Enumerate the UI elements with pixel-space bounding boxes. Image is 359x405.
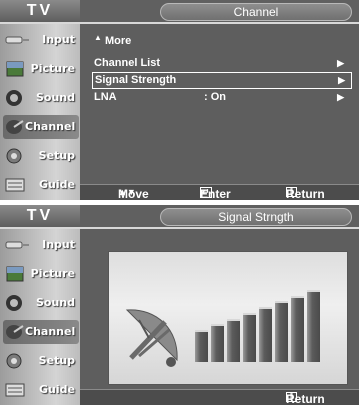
sidebar-item-label: Setup: [38, 354, 75, 367]
sidebar: Input Picture Sound Channel Setup Guide: [0, 24, 80, 200]
right-arrow-icon: ▶: [337, 92, 344, 102]
sidebar-item-label: Guide: [39, 178, 75, 191]
sidebar-item-label: Guide: [39, 383, 75, 396]
sidebar-item-label: Picture: [30, 267, 75, 280]
sidebar-item-input[interactable]: Input: [3, 233, 79, 257]
signal-bar: [275, 301, 288, 362]
sidebar-item-guide[interactable]: Guide: [3, 378, 79, 402]
menu-header: Channel: [80, 0, 359, 24]
menu-title: Channel: [160, 3, 352, 21]
tv-label: TV: [0, 0, 80, 24]
sidebar-item-label: Sound: [35, 296, 75, 309]
return-label: Return: [286, 392, 325, 405]
enter-label: Enter: [200, 187, 231, 200]
sidebar-item-label: Input: [42, 33, 75, 46]
menu-title: Signal Strngth: [160, 208, 352, 226]
sidebar-item-label: Setup: [38, 149, 75, 162]
right-arrow-icon: ▶: [338, 75, 345, 85]
channel-menu-list: ▲ More Channel List ▶ Signal Strength ▶ …: [80, 24, 359, 184]
menu-item-label: Signal Strength: [95, 74, 177, 86]
right-arrow-icon: ▶: [337, 58, 344, 68]
menu-item-value: : On: [204, 91, 226, 103]
sidebar: Input Picture Sound Channel Setup Guide: [0, 229, 80, 405]
return-label: Return: [286, 187, 325, 200]
signal-strength-screen: TV Signal Strngth Input Picture Sound Ch…: [0, 205, 359, 405]
signal-strength-area: [80, 229, 359, 389]
signal-strength-panel: [108, 251, 348, 385]
sidebar-item-channel[interactable]: Channel: [3, 320, 79, 344]
sidebar-item-picture[interactable]: Picture: [3, 262, 79, 286]
signal-bar: [259, 307, 272, 362]
signal-bar: [227, 318, 240, 362]
move-label: Move: [118, 187, 149, 200]
footer-bar: ∥ Return: [80, 389, 359, 405]
signal-bar: [243, 312, 256, 362]
menu-item-channel-list[interactable]: Channel List ▶: [94, 56, 350, 71]
signal-bar: [211, 324, 224, 362]
menu-item-lna[interactable]: LNA : On ▶: [94, 90, 350, 105]
menu-item-label: Channel List: [94, 57, 161, 69]
sidebar-item-label: Channel: [25, 325, 76, 338]
tv-label: TV: [0, 205, 80, 229]
menu-item-label: LNA: [94, 91, 117, 103]
signal-bar: [195, 330, 208, 362]
sidebar-item-label: Sound: [35, 91, 75, 104]
sidebar-item-sound[interactable]: Sound: [3, 86, 79, 110]
menu-header: Signal Strngth: [80, 205, 359, 229]
up-arrow-icon: ▲: [94, 33, 102, 42]
sidebar-item-channel[interactable]: Channel: [3, 115, 79, 139]
signal-bar: [307, 290, 320, 362]
sidebar-item-setup[interactable]: Setup: [3, 349, 79, 373]
signal-bar: [291, 295, 304, 362]
sidebar-item-label: Channel: [25, 120, 76, 133]
sidebar-item-label: Input: [42, 238, 75, 251]
more-label: More: [104, 35, 132, 47]
footer-bar: ▲▼ Move ↵ Enter ∥ Return: [80, 184, 359, 200]
sidebar-item-setup[interactable]: Setup: [3, 144, 79, 168]
more-item[interactable]: ▲ More: [94, 33, 350, 49]
sidebar-item-label: Picture: [30, 62, 75, 75]
satellite-dish-icon: [125, 309, 178, 367]
sidebar-item-guide[interactable]: Guide: [3, 173, 79, 197]
sidebar-item-picture[interactable]: Picture: [3, 57, 79, 81]
channel-menu-screen: TV Channel Input Picture Sound Channel S…: [0, 0, 359, 200]
sidebar-item-input[interactable]: Input: [3, 28, 79, 52]
menu-item-signal-strength[interactable]: Signal Strength ▶: [92, 72, 352, 89]
sidebar-item-sound[interactable]: Sound: [3, 291, 79, 315]
